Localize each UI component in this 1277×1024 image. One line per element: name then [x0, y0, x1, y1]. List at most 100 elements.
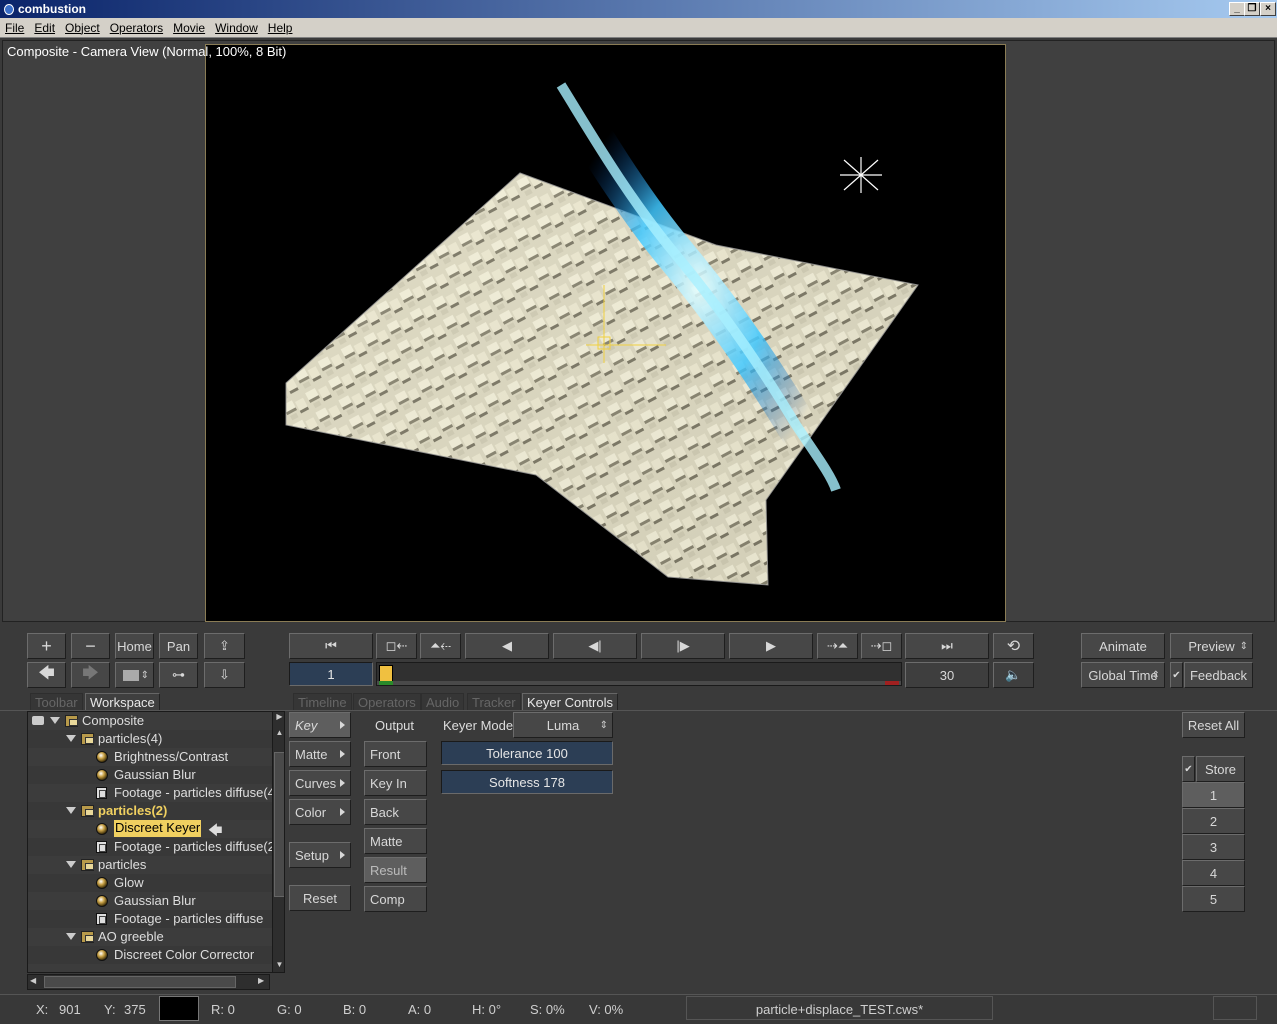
menu-movie[interactable]: Movie: [168, 21, 210, 35]
visibility-icon[interactable]: [32, 716, 44, 725]
global-time-dropdown[interactable]: Global Time: [1081, 662, 1165, 688]
end-frame-field[interactable]: 30: [905, 662, 989, 688]
go-to-end-icon[interactable]: ⏭: [905, 633, 989, 659]
scroll-right-icon[interactable]: ▶: [258, 976, 264, 985]
tab-timeline[interactable]: Timeline: [293, 693, 352, 711]
expand-triangle-icon[interactable]: [50, 717, 60, 724]
tolerance-slider[interactable]: Tolerance 100: [441, 741, 613, 765]
tree-row-footage[interactable]: Footage - particles diffuse: [28, 910, 272, 928]
back-arrow-icon[interactable]: 🡄: [27, 662, 66, 688]
reset-button[interactable]: Reset: [289, 885, 351, 911]
scroll-down-icon[interactable]: ▼: [274, 960, 284, 972]
setup-section-button[interactable]: Setup: [289, 842, 351, 868]
tree-row-group[interactable]: AO greeble: [28, 928, 272, 946]
curves-section-button[interactable]: Curves: [289, 770, 351, 796]
expand-triangle-icon[interactable]: [66, 861, 76, 868]
tree-row-operator[interactable]: Brightness/Contrast: [28, 748, 272, 766]
prev-keyframe-icon[interactable]: ⏶⇠: [420, 633, 461, 659]
scroll-right-icon[interactable]: ▶: [274, 712, 284, 725]
expand-triangle-icon[interactable]: [66, 933, 76, 940]
tab-keyer-controls[interactable]: Keyer Controls: [522, 693, 618, 711]
upload-icon[interactable]: ⇪: [204, 633, 245, 659]
scrollbar-thumb[interactable]: [274, 752, 284, 897]
tree-row-footage[interactable]: Footage - particles diffuse(2: [28, 838, 272, 856]
play-reverse-icon[interactable]: ◀: [465, 633, 549, 659]
store-slot-3[interactable]: 3: [1182, 834, 1245, 860]
feedback-toggle[interactable]: ✔ Feedback: [1170, 662, 1253, 688]
output-comp-button[interactable]: Comp: [364, 886, 427, 912]
tree-vertical-scrollbar[interactable]: ▶ ▲ ▼: [272, 712, 284, 972]
store-slot-1[interactable]: 1: [1182, 782, 1245, 808]
next-keyframe-icon[interactable]: ⇢⏶: [817, 633, 858, 659]
menu-help[interactable]: Help: [263, 21, 298, 35]
color-section-button[interactable]: Color: [289, 799, 351, 825]
close-button[interactable]: ×: [1260, 2, 1276, 16]
reset-all-button[interactable]: Reset All: [1182, 712, 1245, 738]
set-in-point-icon[interactable]: ◻⇠: [376, 633, 417, 659]
menu-edit[interactable]: Edit: [29, 21, 60, 35]
tree-row-operator[interactable]: Gaussian Blur: [28, 766, 272, 784]
tree-row-operator[interactable]: Glow: [28, 874, 272, 892]
store-slot-5[interactable]: 5: [1182, 886, 1245, 912]
output-back-button[interactable]: Back: [364, 799, 427, 825]
set-out-point-icon[interactable]: ⇢◻: [861, 633, 902, 659]
store-toggle[interactable]: ✔ Store: [1182, 756, 1245, 782]
output-result-button[interactable]: Result: [364, 857, 427, 883]
workspace-tree[interactable]: Composite particles(4) Brightness/Contra…: [27, 711, 285, 973]
zoom-in-button[interactable]: +: [27, 633, 66, 659]
menu-operators[interactable]: Operators: [105, 21, 168, 35]
loop-icon[interactable]: ⟲: [993, 633, 1034, 659]
output-front-button[interactable]: Front: [364, 741, 427, 767]
zoom-out-button[interactable]: −: [71, 633, 110, 659]
tree-row-group[interactable]: particles(4): [28, 730, 272, 748]
restore-button[interactable]: ❐: [1244, 2, 1260, 16]
output-matte-button[interactable]: Matte: [364, 828, 427, 854]
scroll-up-icon[interactable]: ▲: [274, 728, 284, 741]
go-to-start-icon[interactable]: ⏮: [289, 633, 373, 659]
timeline-scrubber[interactable]: [376, 662, 902, 686]
tree-row-composite[interactable]: Composite: [28, 712, 272, 730]
home-button[interactable]: Home: [115, 633, 154, 659]
matte-section-button[interactable]: Matte: [289, 741, 351, 767]
step-forward-icon[interactable]: |▶: [641, 633, 725, 659]
scroll-left-icon[interactable]: ◀: [30, 976, 36, 985]
softness-slider[interactable]: Softness 178: [441, 770, 613, 794]
tab-operators[interactable]: Operators: [353, 693, 421, 711]
menu-file[interactable]: File: [0, 21, 29, 35]
store-slot-2[interactable]: 2: [1182, 808, 1245, 834]
store-slot-4[interactable]: 4: [1182, 860, 1245, 886]
tree-row-operator-selected[interactable]: Discreet Keyer 🡄: [28, 820, 272, 838]
layout-icon[interactable]: ⊶: [159, 662, 198, 688]
tree-row-group[interactable]: particles(2): [28, 802, 272, 820]
tab-audio[interactable]: Audio: [421, 693, 465, 711]
output-key-in-button[interactable]: Key In: [364, 770, 427, 796]
tree-row-group[interactable]: particles: [28, 856, 272, 874]
download-icon[interactable]: ⇩: [204, 662, 245, 688]
store-button[interactable]: Store: [1196, 756, 1245, 782]
tree-row-operator[interactable]: Discreet Color Corrector: [28, 946, 272, 964]
camera-view-canvas[interactable]: [205, 44, 1006, 622]
audio-icon[interactable]: 🔈: [993, 662, 1034, 688]
forward-arrow-icon[interactable]: 🡆: [71, 662, 110, 688]
store-check-icon[interactable]: ✔: [1182, 756, 1195, 782]
view-mode-dropdown[interactable]: [115, 662, 154, 688]
h-scrollbar-thumb[interactable]: [44, 976, 236, 988]
current-frame-field[interactable]: 1: [289, 662, 373, 686]
tab-toolbar[interactable]: Toolbar: [30, 693, 83, 711]
animate-button[interactable]: Animate: [1081, 633, 1165, 659]
tab-tracker[interactable]: Tracker: [467, 693, 521, 711]
pan-button[interactable]: Pan: [159, 633, 198, 659]
tree-row-footage[interactable]: Footage - particles diffuse(4: [28, 784, 272, 802]
feedback-button[interactable]: Feedback: [1184, 662, 1253, 688]
tree-row-operator[interactable]: Gaussian Blur: [28, 892, 272, 910]
step-back-icon[interactable]: ◀|: [553, 633, 637, 659]
tree-horizontal-scrollbar[interactable]: ◀ ▶: [27, 974, 270, 990]
feedback-check-icon[interactable]: ✔: [1170, 662, 1183, 688]
tab-workspace[interactable]: Workspace: [85, 693, 160, 711]
play-icon[interactable]: ▶: [729, 633, 813, 659]
menu-window[interactable]: Window: [210, 21, 263, 35]
keyer-mode-dropdown[interactable]: Luma: [513, 712, 613, 738]
key-section-button[interactable]: Key: [289, 712, 351, 738]
preview-dropdown[interactable]: Preview: [1170, 633, 1253, 659]
minimize-button[interactable]: _: [1229, 2, 1245, 16]
